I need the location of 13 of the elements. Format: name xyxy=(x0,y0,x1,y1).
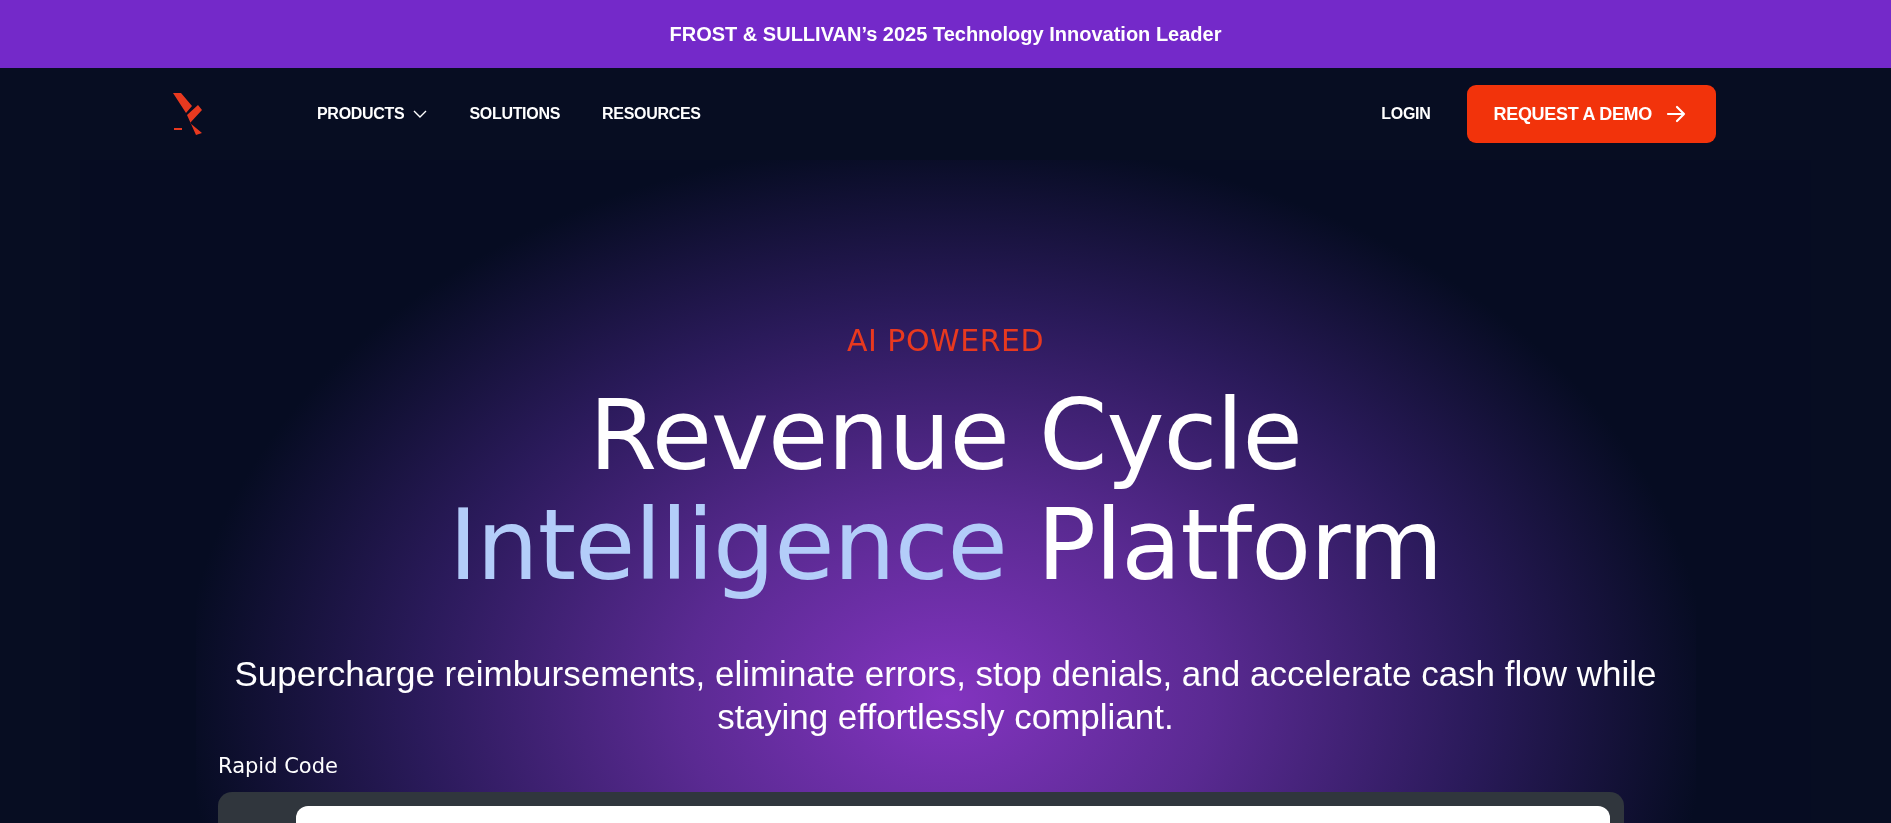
nav-link[interactable]: RESOURCES xyxy=(602,105,701,123)
nav-link[interactable]: SOLUTIONS xyxy=(469,105,561,123)
eyebrow-text: AI POWERED xyxy=(846,323,1045,358)
banner-text: FROST & SULLIVAN’s 2025 Technology Innovation Leader xyxy=(669,22,1222,46)
request-demo-button[interactable]: REQUEST A DEMO xyxy=(1466,85,1716,143)
nav-link[interactable]: PRODUCTS xyxy=(317,105,428,123)
login-link[interactable]: LOGIN xyxy=(1381,105,1431,123)
hero-subtitle: Supercharge reimbursements, eliminate errors, stop denials, and accelerate cash flow while staying effortlessly compliant. xyxy=(233,653,1658,738)
logo-icon[interactable] xyxy=(170,93,202,135)
arrow-right-icon xyxy=(1666,105,1686,123)
announcement-banner[interactable]: FROST & SULLIVAN’s 2025 Technology Innovation Leader xyxy=(0,0,1891,68)
product-label: Rapid Code xyxy=(218,754,338,778)
hero-title: Revenue Cycle Intelligence Platform xyxy=(448,380,1443,600)
